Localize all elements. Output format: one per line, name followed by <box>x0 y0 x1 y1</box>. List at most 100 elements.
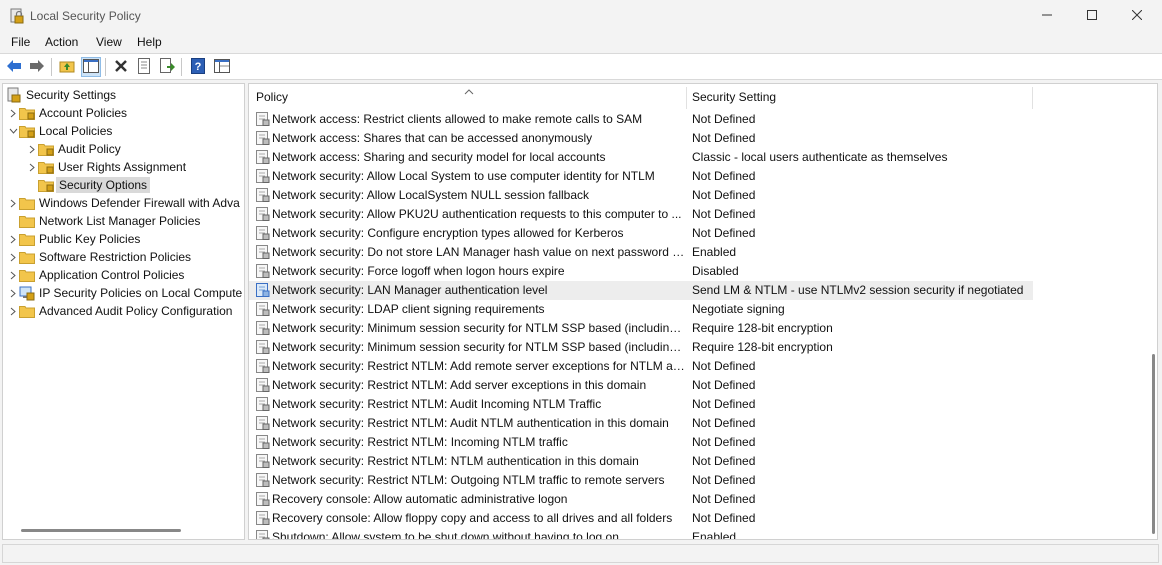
chevron-right-icon[interactable] <box>26 158 38 176</box>
table-row[interactable]: Network security: Restrict NTLM: Audit N… <box>249 414 1033 433</box>
menu-view[interactable]: View <box>96 35 122 49</box>
console-tree: Security Settings Account Policies Local… <box>2 83 245 540</box>
tree-item-security-settings[interactable]: Security Settings <box>6 86 116 104</box>
tree-item-local-policies[interactable]: Local Policies <box>7 122 112 140</box>
policy-setting-icon <box>256 188 270 202</box>
table-row[interactable]: Network security: Allow Local System to … <box>249 167 1033 186</box>
status-bar <box>0 542 1162 565</box>
tree-item-public-key-policies[interactable]: Public Key Policies <box>7 230 140 248</box>
table-row[interactable]: Network security: Restrict NTLM: Outgoin… <box>249 471 1033 490</box>
policy-setting-icon <box>256 112 270 126</box>
minimize-button[interactable] <box>1024 0 1070 30</box>
table-row[interactable]: Recovery console: Allow automatic admini… <box>249 490 1033 509</box>
menu-action[interactable]: Action <box>45 35 78 49</box>
column-header-policy[interactable]: Policy <box>256 84 686 110</box>
tree-item-advanced-audit-policy[interactable]: Advanced Audit Policy Configuration <box>7 302 232 320</box>
menu-help[interactable]: Help <box>137 35 162 49</box>
table-row[interactable]: Network security: Minimum session securi… <box>249 319 1033 338</box>
chevron-right-icon[interactable] <box>7 284 19 302</box>
toolbar: ? <box>0 53 1162 80</box>
policy-name-cell: Network security: Configure encryption t… <box>272 226 624 240</box>
policy-setting-icon <box>256 359 270 373</box>
table-row[interactable]: Network security: LDAP client signing re… <box>249 300 1033 319</box>
chevron-right-icon[interactable] <box>7 194 19 212</box>
security-setting-cell: Not Defined <box>692 454 756 468</box>
list-vertical-scrollbar[interactable] <box>1152 354 1155 534</box>
table-row[interactable]: Network security: Configure encryption t… <box>249 224 1033 243</box>
table-row[interactable]: Recovery console: Allow floppy copy and … <box>249 509 1033 528</box>
tree-horizontal-scrollbar[interactable] <box>21 529 181 532</box>
close-button[interactable] <box>1114 0 1160 30</box>
column-divider[interactable] <box>1032 87 1033 109</box>
policy-setting-icon <box>256 435 270 449</box>
table-row[interactable]: Network security: Restrict NTLM: Audit I… <box>249 395 1033 414</box>
chevron-right-icon[interactable] <box>7 266 19 284</box>
menu-file[interactable]: File <box>11 35 30 49</box>
policy-setting-icon <box>256 169 270 183</box>
chevron-right-icon[interactable] <box>7 104 19 122</box>
policy-name-cell: Network security: LAN Manager authentica… <box>272 283 548 297</box>
security-setting-cell: Send LM & NTLM - use NTLMv2 session secu… <box>692 283 1024 297</box>
properties-button[interactable] <box>134 57 154 77</box>
status-bar-pane <box>2 544 1159 563</box>
help-button[interactable]: ? <box>188 57 208 77</box>
tree-label: Security Options <box>56 177 151 193</box>
table-row[interactable]: Network security: Restrict NTLM: NTLM au… <box>249 452 1033 471</box>
tree-item-account-policies[interactable]: Account Policies <box>7 104 127 122</box>
maximize-button[interactable] <box>1069 0 1115 30</box>
tree-item-software-restriction-policies[interactable]: Software Restriction Policies <box>7 248 191 266</box>
chevron-down-icon[interactable] <box>7 122 19 140</box>
column-header-security-setting[interactable]: Security Setting <box>692 84 1032 110</box>
security-settings-icon <box>6 87 22 103</box>
table-row[interactable]: Network access: Shares that can be acces… <box>249 129 1033 148</box>
table-row[interactable]: Network security: Allow PKU2U authentica… <box>249 205 1033 224</box>
policy-setting-icon <box>256 454 270 468</box>
security-setting-cell: Not Defined <box>692 359 756 373</box>
up-folder-button[interactable] <box>57 57 77 77</box>
tree-item-windows-defender-firewall[interactable]: Windows Defender Firewall with Adva <box>7 194 240 212</box>
policy-setting-icon <box>256 131 270 145</box>
table-row[interactable]: Network security: Force logoff when logo… <box>249 262 1033 281</box>
security-setting-cell: Not Defined <box>692 511 756 525</box>
tree-item-user-rights-assignment[interactable]: User Rights Assignment <box>26 158 186 176</box>
table-row[interactable]: Network security: Do not store LAN Manag… <box>249 243 1033 262</box>
chevron-right-icon[interactable] <box>7 302 19 320</box>
table-row[interactable]: Network security: LAN Manager authentica… <box>249 281 1033 300</box>
policy-name-cell: Network security: Restrict NTLM: Audit N… <box>272 416 669 430</box>
chevron-right-icon[interactable] <box>7 248 19 266</box>
security-setting-cell: Enabled <box>692 245 737 259</box>
tree-label: Account Policies <box>39 106 128 120</box>
policy-setting-icon <box>256 530 270 539</box>
console-view-button[interactable] <box>212 57 232 77</box>
security-setting-cell: Enabled <box>692 530 737 540</box>
ip-security-icon <box>19 285 35 301</box>
table-row[interactable]: Network access: Restrict clients allowed… <box>249 110 1033 129</box>
policy-setting-icon <box>256 302 270 316</box>
table-row[interactable]: Network security: Restrict NTLM: Add rem… <box>249 357 1033 376</box>
table-row[interactable]: Network security: Restrict NTLM: Incomin… <box>249 433 1033 452</box>
forward-button[interactable] <box>27 57 47 77</box>
security-setting-cell: Not Defined <box>692 378 756 392</box>
column-divider[interactable] <box>686 87 687 109</box>
table-row[interactable]: Network security: Minimum session securi… <box>249 338 1033 357</box>
back-button[interactable] <box>4 57 24 77</box>
table-row[interactable]: Network security: Allow LocalSystem NULL… <box>249 186 1033 205</box>
chevron-right-icon[interactable] <box>7 230 19 248</box>
security-setting-cell: Require 128-bit encryption <box>692 340 833 354</box>
table-row[interactable]: Network access: Sharing and security mod… <box>249 148 1033 167</box>
table-row[interactable]: Shutdown: Allow system to be shut down w… <box>249 528 1033 539</box>
tree-label: Software Restriction Policies <box>39 250 192 264</box>
tree-item-security-options[interactable]: Security Options <box>38 176 151 194</box>
tree-item-audit-policy[interactable]: Audit Policy <box>26 140 121 158</box>
tree-item-network-list-manager[interactable]: Network List Manager Policies <box>19 212 200 230</box>
tree-item-ip-security-policies[interactable]: IP Security Policies on Local Compute <box>7 284 242 302</box>
tree-item-application-control-policies[interactable]: Application Control Policies <box>7 266 184 284</box>
table-row[interactable]: Network security: Restrict NTLM: Add ser… <box>249 376 1033 395</box>
export-list-button[interactable] <box>157 57 177 77</box>
chevron-right-icon[interactable] <box>26 140 38 158</box>
security-setting-cell: Negotiate signing <box>692 302 785 316</box>
column-header-label: Policy <box>256 90 289 104</box>
policy-folder-icon <box>38 159 54 175</box>
delete-button[interactable] <box>111 57 131 77</box>
show-hide-tree-button[interactable] <box>81 57 101 77</box>
